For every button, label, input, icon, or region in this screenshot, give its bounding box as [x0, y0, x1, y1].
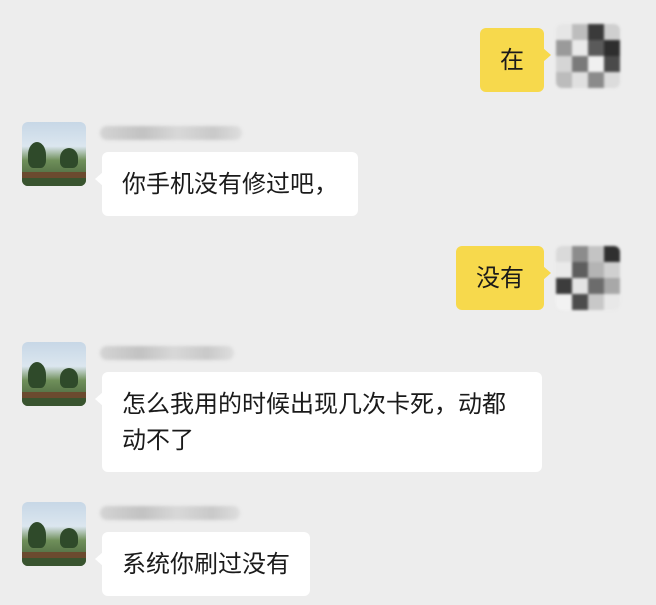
message-text: 在 — [500, 46, 524, 74]
contact-name-blurred — [100, 126, 242, 140]
self-avatar[interactable] — [556, 24, 620, 88]
message-text: 怎么我用的时候出现几次卡死，动都动不了 — [122, 390, 506, 454]
message-bubble-other[interactable]: 系统你刷过没有 — [95, 532, 310, 596]
message-bubble-other[interactable]: 你手机没有修过吧， — [95, 152, 358, 216]
message-text: 你手机没有修过吧， — [122, 170, 338, 198]
contact-name-blurred — [100, 506, 240, 520]
contact-avatar[interactable] — [22, 342, 86, 406]
message-text: 没有 — [476, 264, 524, 292]
contact-name-blurred — [100, 346, 234, 360]
contact-avatar[interactable] — [22, 122, 86, 186]
message-text: 系统你刷过没有 — [122, 550, 290, 578]
contact-avatar[interactable] — [22, 502, 86, 566]
message-bubble-other[interactable]: 怎么我用的时候出现几次卡死，动都动不了 — [95, 372, 542, 472]
message-bubble-self[interactable]: 没有 — [456, 246, 551, 310]
chat-conversation: 在 你手机没有修过吧， 没有 怎么我用的时候出现几次卡死，动都动不了 系统你刷过… — [0, 0, 656, 605]
self-avatar[interactable] — [556, 246, 620, 310]
message-bubble-self[interactable]: 在 — [480, 28, 551, 92]
